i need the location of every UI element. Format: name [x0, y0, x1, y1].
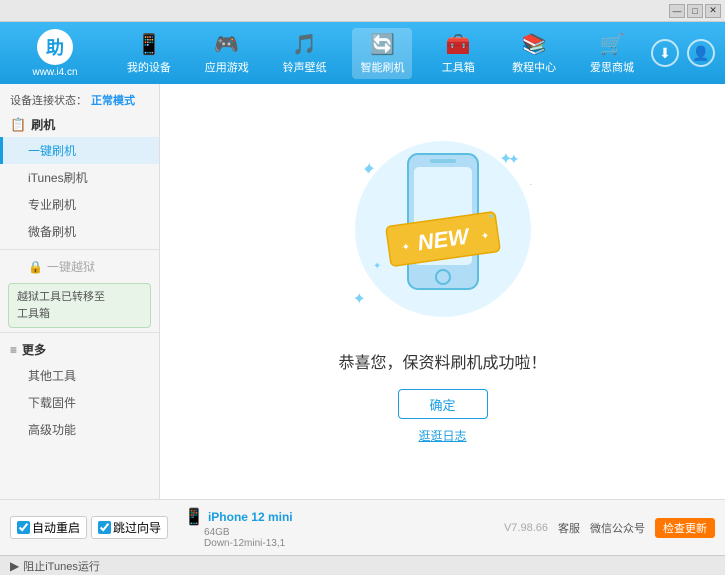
more-section-label: 更多 [22, 341, 46, 358]
nav-mall[interactable]: 🛒 爱思商城 [582, 28, 642, 79]
sidebar-locked-jailbreak: 🔒 一键越狱 [0, 254, 159, 279]
device-info: 📱 iPhone 12 mini 64GB Down-12mini-13,1 [184, 507, 293, 549]
checkbox-group: 自动重启 跳过向导 [10, 516, 168, 539]
nav-toolbox-icon: 🧰 [446, 32, 471, 57]
nav-toolbox[interactable]: 🧰 工具箱 [430, 28, 486, 79]
confirm-button[interactable]: 确定 [398, 389, 488, 419]
nav-my-device[interactable]: 📱 我的设备 [119, 28, 179, 79]
sidebar-item-one-click-flash[interactable]: 一键刷机 [0, 137, 159, 164]
svg-text:✦: ✦ [508, 151, 520, 167]
nav-ringtones-label: 铃声壁纸 [283, 59, 327, 75]
account-btn[interactable]: 👤 [687, 39, 715, 67]
minimize-btn[interactable]: — [669, 4, 685, 18]
check-update-btn[interactable]: 检查更新 [655, 518, 715, 538]
bottom-right: V7.98.66 客服 微信公众号 检查更新 [504, 518, 715, 538]
sidebar-item-advanced[interactable]: 高级功能 [0, 416, 159, 443]
device-icon: 📱 [184, 507, 204, 527]
itunes-icon: ▶ [10, 559, 19, 573]
nav-flash-icon: 🔄 [370, 32, 395, 57]
itunes-label: 阻止iTunes运行 [23, 558, 100, 574]
device-name: iPhone 12 mini [208, 510, 293, 524]
nav-right-controls: ⬇ 👤 [651, 39, 715, 67]
nav-tutorial[interactable]: 📚 教程中心 [504, 28, 564, 79]
nav-bar: 助 www.i4.cn 📱 我的设备 🎮 应用游戏 🎵 铃声壁纸 🔄 智能刷机 … [0, 22, 725, 84]
svg-text:✦: ✦ [401, 242, 411, 254]
bottom-left: 自动重启 跳过向导 📱 iPhone 12 mini 64GB Down-12m… [10, 507, 496, 549]
main-area: 设备连接状态： 正常模式 📋 刷机 一键刷机 iTunes刷机 专业刷机 微备刷… [0, 84, 725, 499]
close-btn[interactable]: ✕ [705, 4, 721, 18]
sidebar-item-backup-flash[interactable]: 微备刷机 [0, 218, 159, 245]
flash-section-label: 刷机 [31, 116, 55, 133]
content-area: ✦ ✦ ✦ · NEW [160, 84, 725, 499]
explore-link[interactable]: 逛逛日志 [418, 427, 466, 444]
nav-tutorial-icon: 📚 [522, 32, 547, 57]
sidebar-item-itunes-flash[interactable]: iTunes刷机 [0, 164, 159, 191]
nav-device-label: 我的设备 [127, 59, 171, 75]
nav-device-icon: 📱 [136, 32, 161, 57]
logo-icon: 助 [37, 29, 73, 65]
sidebar: 设备连接状态： 正常模式 📋 刷机 一键刷机 iTunes刷机 专业刷机 微备刷… [0, 84, 160, 499]
device-model: Down-12mini-13,1 [184, 538, 293, 549]
sidebar-item-other-tools[interactable]: 其他工具 [0, 362, 159, 389]
nav-smart-flash[interactable]: 🔄 智能刷机 [352, 28, 412, 79]
sidebar-divider-1 [0, 249, 159, 250]
device-status: 设备连接状态： 正常模式 [0, 88, 159, 112]
skip-wizard-label: 跳过向导 [113, 519, 161, 536]
sidebar-divider-2 [0, 332, 159, 333]
status-value: 正常模式 [91, 92, 135, 108]
device-status-bar: 自动重启 跳过向导 📱 iPhone 12 mini 64GB Down-12m… [0, 499, 725, 555]
title-bar: — □ ✕ [0, 0, 725, 22]
nav-apps-label: 应用游戏 [205, 59, 249, 75]
nav-tutorial-label: 教程中心 [512, 59, 556, 75]
phone-illustration: ✦ ✦ ✦ · NEW [333, 139, 553, 339]
success-message: 恭喜您，保资料刷机成功啦！ [338, 349, 546, 373]
logo-area: 助 www.i4.cn [10, 29, 100, 78]
download-btn[interactable]: ⬇ [651, 39, 679, 67]
locked-label: 一键越狱 [47, 258, 95, 275]
sidebar-info-box: 越狱工具已转移至工具箱 [8, 283, 151, 328]
version-label: V7.98.66 [504, 522, 548, 534]
wechat-link[interactable]: 微信公众号 [590, 520, 645, 536]
sidebar-item-download-firmware[interactable]: 下载固件 [0, 389, 159, 416]
nav-mall-icon: 🛒 [600, 32, 625, 57]
flash-section-icon: 📋 [10, 117, 26, 133]
maximize-btn[interactable]: □ [687, 4, 703, 18]
nav-apps-icon: 🎮 [214, 32, 239, 57]
more-section-header: ≡ 更多 [0, 337, 159, 362]
auto-restart-checkbox-label[interactable]: 自动重启 [10, 516, 87, 539]
nav-apps-games[interactable]: 🎮 应用游戏 [197, 28, 257, 79]
svg-text:✦: ✦ [480, 231, 490, 243]
lock-icon: 🔒 [28, 260, 43, 274]
device-storage: 64GB [184, 527, 293, 538]
nav-flash-label: 智能刷机 [360, 59, 404, 75]
sidebar-item-pro-flash[interactable]: 专业刷机 [0, 191, 159, 218]
nav-items: 📱 我的设备 🎮 应用游戏 🎵 铃声壁纸 🔄 智能刷机 🧰 工具箱 📚 教程中心… [110, 28, 651, 79]
logo-subtitle: www.i4.cn [32, 67, 77, 78]
customer-service-link[interactable]: 客服 [558, 520, 580, 536]
nav-ringtones-icon: 🎵 [292, 32, 317, 57]
nav-toolbox-label: 工具箱 [442, 59, 475, 75]
svg-text:✦: ✦ [373, 261, 381, 272]
nav-ringtones[interactable]: 🎵 铃声壁纸 [275, 28, 335, 79]
svg-text:✦: ✦ [488, 212, 495, 221]
auto-restart-label: 自动重启 [32, 519, 80, 536]
itunes-bar: ▶ 阻止iTunes运行 [0, 555, 725, 575]
svg-text:✦: ✦ [363, 163, 373, 177]
nav-mall-label: 爱思商城 [590, 59, 634, 75]
skip-wizard-checkbox-label[interactable]: 跳过向导 [91, 516, 168, 539]
status-label: 设备连接状态： [10, 92, 87, 108]
info-text: 越狱工具已转移至工具箱 [17, 291, 105, 320]
flash-section-header: 📋 刷机 [0, 112, 159, 137]
phone-svg: NEW ✦ ✦ ✦ ✦ ✦ ✦ [333, 139, 553, 339]
